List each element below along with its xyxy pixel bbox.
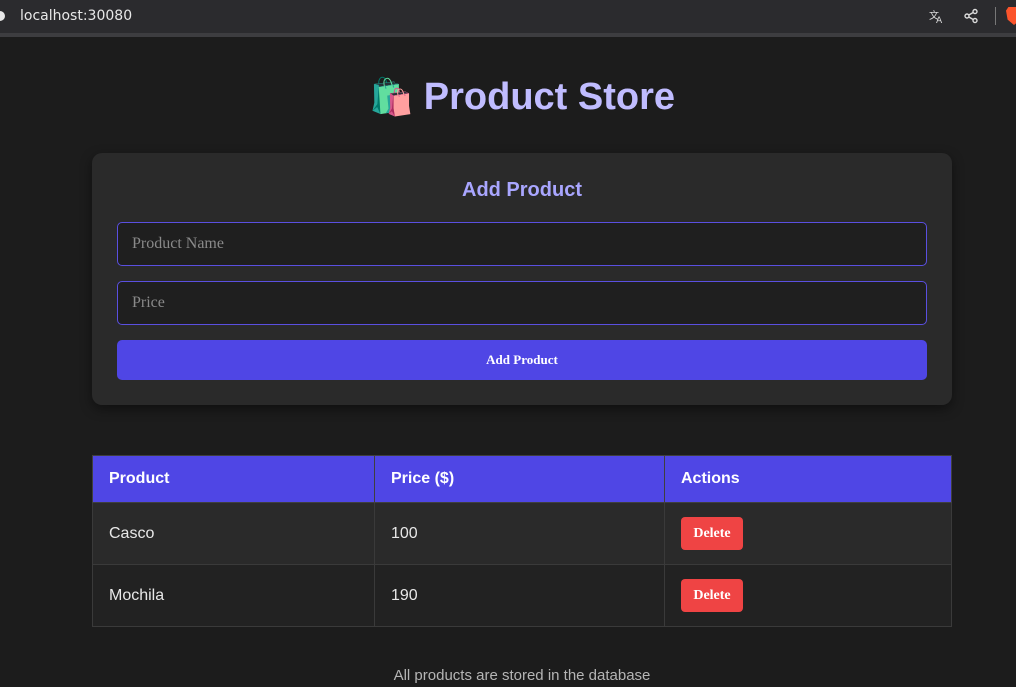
delete-button[interactable]: Delete — [681, 517, 743, 550]
add-product-button[interactable]: Add Product — [117, 340, 927, 380]
delete-button[interactable]: Delete — [681, 579, 743, 612]
share-icon[interactable] — [961, 6, 981, 26]
brave-shield-icon[interactable] — [1006, 7, 1016, 25]
products-table: Product Price ($) Actions Casco 100 Dele… — [92, 455, 952, 627]
product-name-cell: Mochila — [92, 564, 375, 627]
add-product-heading: Add Product — [462, 179, 582, 201]
column-header-actions: Actions — [664, 455, 952, 503]
svg-text:A: A — [936, 16, 943, 24]
column-header-product: Product — [92, 455, 375, 503]
address-bar[interactable]: localhost:30080 — [20, 8, 132, 24]
product-price-cell: 190 — [374, 564, 665, 627]
page-title-text: Product Store — [423, 76, 676, 118]
toolbar-divider-line — [0, 33, 1016, 37]
footer-note: All products are stored in the database — [393, 667, 651, 684]
table-row: Mochila 190 Delete — [92, 564, 952, 627]
table-header-row: Product Price ($) Actions — [92, 455, 952, 503]
browser-actions: 文A — [927, 6, 1016, 26]
actions-cell: Delete — [664, 502, 952, 565]
product-name-input[interactable] — [117, 222, 927, 266]
product-price-cell: 100 — [374, 502, 665, 565]
page-title: 🛍️ Product Store — [0, 76, 1016, 119]
shopping-bag-icon: 🛍️ — [368, 76, 414, 117]
site-info-icon[interactable] — [0, 11, 5, 21]
toolbar-divider — [995, 7, 996, 25]
add-product-card: Add Product Add Product — [92, 153, 952, 405]
browser-toolbar: localhost:30080 文A — [0, 0, 1016, 33]
table-row: Casco 100 Delete — [92, 502, 952, 565]
column-header-price: Price ($) — [374, 455, 665, 503]
translate-icon[interactable]: 文A — [927, 6, 947, 26]
product-name-cell: Casco — [92, 502, 375, 565]
actions-cell: Delete — [664, 564, 952, 627]
price-input[interactable] — [117, 281, 927, 325]
